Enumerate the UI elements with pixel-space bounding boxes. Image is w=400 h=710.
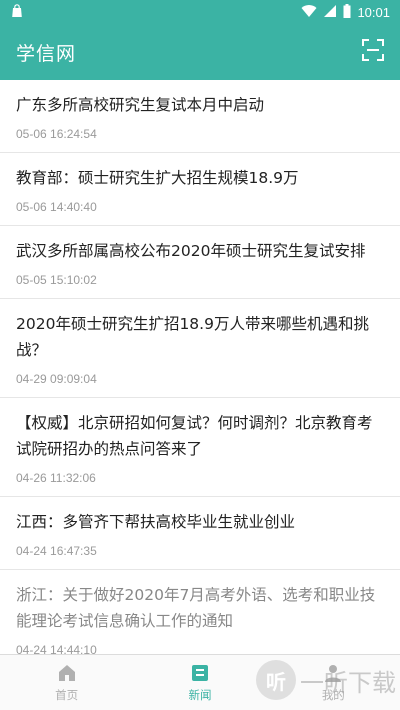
shopping-bag-icon — [10, 3, 24, 22]
tab-label: 新闻 — [188, 688, 212, 702]
news-time: 05-06 14:40:40 — [16, 200, 97, 214]
news-time: 05-05 15:10:02 — [16, 273, 97, 287]
tab-label: 我的 — [321, 688, 345, 702]
app-title: 学信网 — [16, 42, 77, 65]
news-title: 教育部：硕士研究生扩大招生规模18.9万 — [16, 169, 299, 187]
scan-button[interactable] — [360, 39, 386, 65]
news-title: 2020年硕士研究生扩招18.9万人带来哪些机遇和挑战？ — [16, 315, 369, 359]
news-title: 江西：多管齐下帮扶高校毕业生就业创业 — [16, 513, 296, 531]
home-icon — [56, 662, 78, 684]
news-time: 04-26 11:32:06 — [16, 471, 96, 485]
news-list: 广东多所高校研究生复试本月中启动 05-06 16:24:54 教育部：硕士研究… — [0, 80, 400, 654]
news-time: 04-29 09:09:04 — [16, 372, 97, 386]
tab-label: 首页 — [55, 688, 79, 702]
news-item[interactable]: 广东多所高校研究生复试本月中启动 05-06 16:24:54 — [0, 80, 400, 153]
app-bar: 学信网 — [0, 24, 400, 80]
news-time: 04-24 16:47:35 — [16, 544, 97, 558]
cellular-signal-icon — [323, 4, 337, 21]
tab-home[interactable]: 首页 — [0, 655, 133, 710]
wifi-icon — [301, 4, 317, 21]
news-item[interactable]: 武汉多所部属高校公布2020年硕士研究生复试安排 05-05 15:10:02 — [0, 226, 400, 299]
news-item[interactable]: 教育部：硕士研究生扩大招生规模18.9万 05-06 14:40:40 — [0, 153, 400, 226]
news-time: 04-24 14:44:10 — [16, 643, 97, 654]
bottom-tab-bar: 首页 新闻 我的 — [0, 654, 400, 710]
person-icon — [322, 662, 344, 684]
news-item[interactable]: 江西：多管齐下帮扶高校毕业生就业创业 04-24 16:47:35 — [0, 497, 400, 570]
news-title: 【权威】北京研招如何复试？何时调剂？北京教育考试院研招办的热点问答来了 — [16, 414, 373, 458]
battery-icon — [343, 3, 351, 21]
news-title: 武汉多所部属高校公布2020年硕士研究生复试安排 — [16, 242, 366, 260]
status-time: 10:01 — [357, 4, 390, 20]
news-icon — [189, 662, 211, 684]
news-item[interactable]: 浙江：关于做好2020年7月高考外语、选考和职业技能理论考试信息确认工作的通知 … — [0, 570, 400, 654]
news-time: 05-06 16:24:54 — [16, 127, 97, 141]
tab-mine[interactable]: 我的 — [267, 655, 400, 710]
news-item[interactable]: 2020年硕士研究生扩招18.9万人带来哪些机遇和挑战？ 04-29 09:09… — [0, 299, 400, 398]
status-bar: 10:01 — [0, 0, 400, 24]
news-title: 浙江：关于做好2020年7月高考外语、选考和职业技能理论考试信息确认工作的通知 — [16, 586, 376, 630]
news-title: 广东多所高校研究生复试本月中启动 — [16, 96, 265, 114]
scan-icon — [362, 39, 384, 65]
news-item[interactable]: 【权威】北京研招如何复试？何时调剂？北京教育考试院研招办的热点问答来了 04-2… — [0, 398, 400, 497]
tab-news[interactable]: 新闻 — [133, 655, 266, 710]
